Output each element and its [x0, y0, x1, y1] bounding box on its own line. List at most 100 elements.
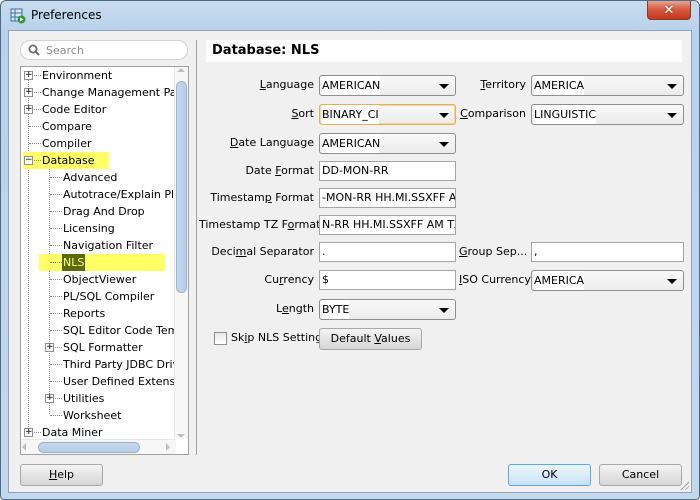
expand-icon[interactable]: + [45, 343, 54, 352]
tree-item-label: Advanced [63, 171, 118, 184]
tree-item[interactable]: + Environment [21, 67, 175, 84]
date-format-field[interactable]: DD-MON-RR [319, 161, 456, 181]
search-box[interactable] [20, 40, 188, 60]
tree-item[interactable]: + Utilities [21, 390, 175, 407]
tree-item[interactable]: User Defined Extension [21, 373, 188, 390]
tree-connector [50, 279, 62, 280]
territory-select[interactable]: AMERICA [531, 75, 684, 96]
date-language-value: AMERICAN [322, 134, 381, 153]
page-title: Database: NLS [206, 40, 682, 62]
tree-item[interactable]: SQL Editor Code Templa [21, 322, 188, 339]
length-select[interactable]: BYTE [319, 299, 456, 320]
timestamp-tz-format-field[interactable]: N-RR HH.MI.SSXFF AM TZR [319, 215, 456, 235]
language-select[interactable]: AMERICAN [319, 75, 456, 96]
tree-item[interactable]: Licensing [21, 220, 175, 237]
tree-item[interactable]: Reports [21, 305, 175, 322]
horizontal-scroll-thumb[interactable] [38, 442, 140, 453]
iso-currency-value: AMERICA [534, 271, 585, 290]
default-values-button[interactable]: Default Values [319, 328, 422, 350]
help-button[interactable]: Help [20, 464, 103, 486]
tree-connector [50, 211, 62, 212]
tree-item-label: Compiler [42, 137, 92, 150]
group-separator-label: Group Sep... [459, 245, 528, 258]
tree-item[interactable]: + Change Management Parar [21, 84, 188, 101]
scroll-up-arrow-icon[interactable] [177, 68, 185, 72]
chevron-down-icon [667, 84, 677, 89]
scroll-right-arrow-icon[interactable] [166, 443, 170, 451]
sort-select[interactable]: BINARY_CI [319, 104, 456, 125]
iso-currency-select[interactable]: AMERICA [531, 270, 684, 291]
chevron-down-icon [667, 113, 677, 118]
close-button[interactable]: ✕ [647, 1, 691, 20]
vertical-scroll-thumb[interactable] [176, 81, 187, 293]
pane-splitter[interactable] [196, 40, 197, 455]
timestamp-format-field[interactable]: -MON-RR HH.MI.SSXFF AM [319, 188, 456, 208]
tree-item-label: Licensing [63, 222, 115, 235]
skip-nls-label[interactable]: Skip NLS Settings [231, 328, 328, 348]
tree-item[interactable]: Compiler [21, 135, 175, 152]
tree-item[interactable]: Third Party JDBC Driver [21, 356, 188, 373]
skip-nls-checkbox[interactable] [214, 332, 227, 345]
tree-item-label: NLS [62, 254, 86, 271]
tree-item[interactable]: − Database [21, 152, 175, 169]
expand-icon[interactable]: + [24, 71, 33, 80]
tree-item-label: SQL Formatter [63, 341, 143, 354]
tree-item-label: Database [42, 154, 95, 167]
timestamp-format-label: Timestamp Format [210, 191, 314, 204]
ok-button[interactable]: OK [508, 464, 591, 486]
date-language-select[interactable]: AMERICAN [319, 133, 456, 154]
expand-icon[interactable]: + [24, 105, 33, 114]
expand-icon[interactable]: + [24, 88, 33, 97]
tree-item-label: ObjectViewer [63, 273, 137, 286]
chevron-down-icon [439, 308, 449, 313]
tree-item-label: User Defined Extension [63, 375, 189, 388]
app-icon [10, 8, 26, 24]
tree-item[interactable]: Drag And Drop [21, 203, 175, 220]
currency-field[interactable]: $ [319, 270, 456, 290]
tree-item[interactable]: Navigation Filter [21, 237, 175, 254]
tree-vertical-scrollbar[interactable] [174, 67, 188, 439]
scroll-down-arrow-icon[interactable] [177, 434, 185, 438]
language-value: AMERICAN [322, 76, 381, 95]
chevron-down-icon [439, 84, 449, 89]
tree-item[interactable]: Advanced [21, 169, 175, 186]
chevron-down-icon [439, 113, 449, 118]
tree-item-label: Utilities [63, 392, 105, 405]
tree-item-label: Navigation Filter [63, 239, 154, 252]
tree-connector [50, 245, 62, 246]
territory-value: AMERICA [534, 76, 585, 95]
tree-item-label: Code Editor [42, 103, 107, 116]
collapse-icon[interactable]: − [24, 156, 33, 165]
tree-item-label: Environment [42, 69, 113, 82]
chevron-down-icon [439, 142, 449, 147]
tree-item[interactable]: NLS [21, 254, 175, 271]
tree-connector [50, 313, 62, 314]
decimal-separator-label: Decimal Separator [211, 245, 314, 258]
title-bar[interactable]: Preferences ✕ [1, 1, 699, 31]
scroll-left-arrow-icon[interactable] [22, 443, 26, 451]
tree-connector [50, 296, 62, 297]
cancel-button[interactable]: Cancel [599, 464, 682, 486]
preferences-window: Preferences ✕ + Environment + Change Manage… [0, 0, 700, 500]
tree-item[interactable]: + SQL Formatter [21, 339, 175, 356]
tree-item[interactable]: + Code Editor [21, 101, 175, 118]
tree-item[interactable]: Autotrace/Explain Plan [21, 186, 188, 203]
tree-connector [50, 330, 62, 331]
tree-item[interactable]: PL/SQL Compiler [21, 288, 175, 305]
search-input[interactable] [46, 42, 181, 58]
date-format-label: Date Format [245, 164, 314, 177]
decimal-separator-field[interactable]: . [319, 242, 456, 262]
expand-icon[interactable]: + [45, 394, 54, 403]
tree-item[interactable]: Worksheet [21, 407, 175, 424]
tree-horizontal-scrollbar[interactable] [21, 439, 176, 454]
tree-connector [29, 143, 41, 144]
expand-icon[interactable]: + [24, 428, 33, 437]
tree-item-label: Worksheet [63, 409, 122, 422]
timestamp-tz-format-label: Timestamp TZ Format [199, 218, 321, 231]
group-separator-field[interactable]: , [531, 242, 684, 262]
length-value: BYTE [322, 300, 350, 319]
tree-connector [29, 126, 41, 127]
tree-item[interactable]: ObjectViewer [21, 271, 175, 288]
tree-item[interactable]: Compare [21, 118, 175, 135]
comparison-select[interactable]: LINGUISTIC [531, 104, 684, 125]
